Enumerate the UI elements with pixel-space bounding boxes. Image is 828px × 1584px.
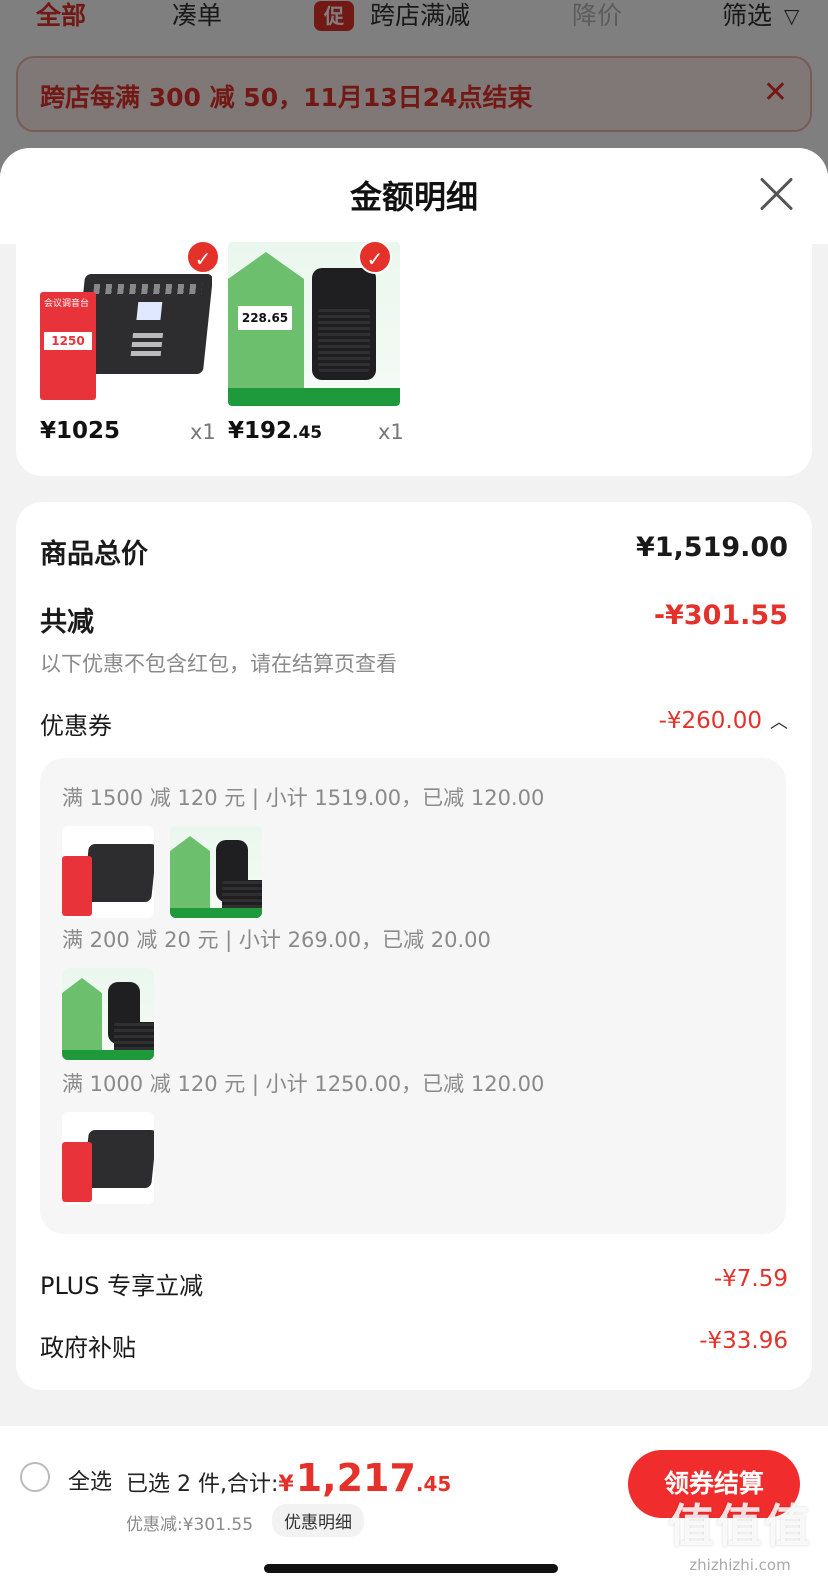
coupon-value: -¥260.00 xyxy=(658,708,762,734)
gov-subsidy-value: -¥33.96 xyxy=(699,1328,788,1354)
coupon-item-thumb-speaker xyxy=(170,826,262,918)
selected-summary: 已选 2 件,合计: ¥ 1,217 .45 xyxy=(126,1456,451,1500)
thumb-caption: 会议调音台 xyxy=(44,299,90,309)
product-quantity: x1 xyxy=(378,420,404,444)
plus-discount-label: PLUS 专享立减 xyxy=(40,1272,204,1300)
reduction-label: 共减 xyxy=(40,607,94,638)
thumb-price: 228.65 xyxy=(238,306,292,330)
reduction-value: -¥301.55 xyxy=(653,600,788,631)
coupon-item-thumb-mixer xyxy=(62,826,154,918)
currency-symbol: ¥ xyxy=(278,1472,294,1497)
home-indicator[interactable] xyxy=(264,1564,558,1573)
gov-subsidy-label: 政府补贴 xyxy=(40,1334,136,1362)
watermark-logo: 值值值 xyxy=(668,1499,812,1553)
product-list-card: 会议调音台 1250 ✓ ¥1025 x1 228.65 ✓ ¥192.45 x… xyxy=(16,240,812,476)
close-icon[interactable] xyxy=(756,174,796,214)
sheet-header: 金额明细 xyxy=(0,148,828,244)
select-all-label[interactable]: 全选 xyxy=(68,1464,112,1496)
total-label: 商品总价 xyxy=(40,539,148,570)
product-price: ¥192.45 xyxy=(228,418,323,444)
product-quantity: x1 xyxy=(190,420,216,444)
watermark: 值值值 zhizhizhi.com xyxy=(668,1490,812,1574)
mixer-image: 会议调音台 1250 xyxy=(40,242,212,406)
coupon-rule: 满 200 减 20 元 | 小计 269.00，已减 20.00 xyxy=(62,928,491,952)
sheet-title: 金额明细 xyxy=(349,178,478,216)
selected-count: 已选 2 件,合计: xyxy=(126,1472,279,1497)
coupon-breakdown: 满 1500 减 120 元 | 小计 1519.00，已减 120.00 满 … xyxy=(40,758,786,1234)
total-amount-decimal: .45 xyxy=(415,1472,452,1496)
checked-icon[interactable]: ✓ xyxy=(358,240,392,274)
select-all-checkbox[interactable] xyxy=(20,1462,50,1492)
coupon-rule: 满 1000 减 120 元 | 小计 1250.00，已减 120.00 xyxy=(62,1072,545,1096)
product-price: ¥1025 xyxy=(40,418,121,444)
product-image[interactable]: 会议调音台 1250 xyxy=(40,242,212,406)
discount-detail-link[interactable]: 优惠明细 xyxy=(272,1504,364,1537)
total-value: ¥1,519.00 xyxy=(635,532,788,563)
plus-discount-value: -¥7.59 xyxy=(713,1266,788,1292)
coupon-rule: 满 1500 减 120 元 | 小计 1519.00，已减 120.00 xyxy=(62,786,545,810)
discount-summary: 优惠减:¥301.55 xyxy=(126,1515,254,1535)
thumb-price: 1250 xyxy=(44,332,92,350)
checked-icon[interactable]: ✓ xyxy=(186,240,220,274)
reduction-note: 以下优惠不包含红包，请在结算页查看 xyxy=(40,652,397,676)
coupon-toggle[interactable]: -¥260.00 ︿ xyxy=(659,708,788,734)
coupon-item-thumb-speaker xyxy=(62,968,154,1060)
total-amount: 1,217 xyxy=(295,1456,416,1500)
chevron-up-icon: ︿ xyxy=(770,712,788,733)
price-detail-card: 商品总价 ¥1,519.00 共减 -¥301.55 以下优惠不包含红包，请在结… xyxy=(16,502,812,1390)
coupon-label: 优惠券 xyxy=(40,712,112,740)
watermark-url: zhizhizhi.com xyxy=(689,1556,791,1574)
coupon-item-thumb-mixer xyxy=(62,1112,154,1204)
amount-detail-sheet: 金额明细 会议调音台 1250 ✓ ¥1025 x1 228.65 ✓ ¥192… xyxy=(0,148,828,1584)
